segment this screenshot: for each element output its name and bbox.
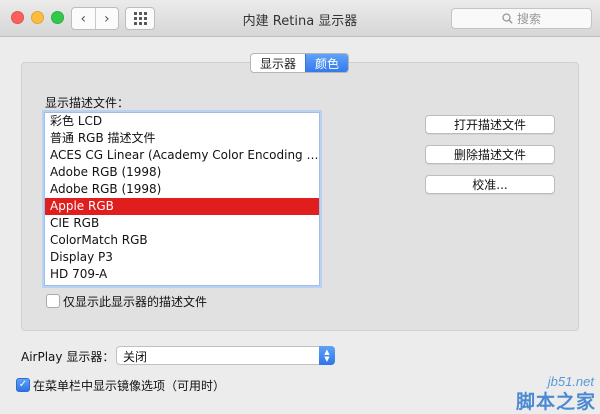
tab-display[interactable]: 显示器: [251, 54, 305, 72]
show-only-label: 仅显示此显示器的描述文件: [63, 295, 208, 309]
airplay-label: AirPlay 显示器：: [21, 350, 115, 364]
search-placeholder: 搜索: [516, 12, 541, 26]
search-field[interactable]: 搜索: [451, 8, 592, 29]
search-icon: [502, 13, 513, 24]
grid-icon: [133, 12, 147, 25]
list-item[interactable]: HD 709-A: [45, 266, 319, 283]
airplay-select[interactable]: 关闭 ▲ ▼: [116, 346, 335, 365]
list-item[interactable]: Adobe RGB (1998): [45, 181, 319, 198]
list-item[interactable]: 普通 RGB 描述文件: [45, 130, 319, 147]
nav-buttons: ‹ ›: [71, 7, 119, 30]
title-bar: ‹ › 内建 Retina 显示器 搜索: [0, 0, 600, 37]
show-all-button[interactable]: [125, 7, 155, 30]
profile-list[interactable]: 彩色 LCD 普通 RGB 描述文件 ACES CG Linear (Acade…: [44, 112, 320, 286]
list-item[interactable]: ColorMatch RGB: [45, 232, 319, 249]
close-window-button[interactable]: [11, 11, 24, 24]
airplay-value: 关闭: [123, 350, 148, 364]
watermark-brand: 脚本之家: [515, 391, 596, 413]
minimize-window-button[interactable]: [31, 11, 44, 24]
mirroring-checkbox[interactable]: ✓: [16, 378, 30, 392]
open-profile-button[interactable]: 打开描述文件: [425, 115, 555, 134]
zoom-window-button[interactable]: [51, 11, 64, 24]
forward-button[interactable]: ›: [94, 8, 119, 29]
back-button[interactable]: ‹: [72, 8, 95, 29]
list-item[interactable]: ACES CG Linear (Academy Color Encoding S…: [45, 147, 319, 164]
tab-color[interactable]: 颜色: [305, 54, 349, 72]
stepper-arrows-icon: ▲ ▼: [319, 346, 335, 365]
profiles-label: 显示描述文件：: [45, 96, 130, 110]
tab-bar: 显示器 颜色: [250, 53, 350, 73]
list-item[interactable]: Display P3: [45, 249, 319, 266]
list-item[interactable]: CIE RGB: [45, 215, 319, 232]
show-only-checkbox[interactable]: [46, 294, 60, 308]
mirroring-label: 在菜单栏中显示镜像选项（可用时）: [33, 379, 226, 393]
list-item-selected[interactable]: Apple RGB: [45, 198, 319, 215]
delete-profile-button[interactable]: 删除描述文件: [425, 145, 555, 164]
calibrate-button[interactable]: 校准...: [425, 175, 555, 194]
list-item[interactable]: 彩色 LCD: [45, 113, 319, 130]
list-item[interactable]: Adobe RGB (1998): [45, 164, 319, 181]
